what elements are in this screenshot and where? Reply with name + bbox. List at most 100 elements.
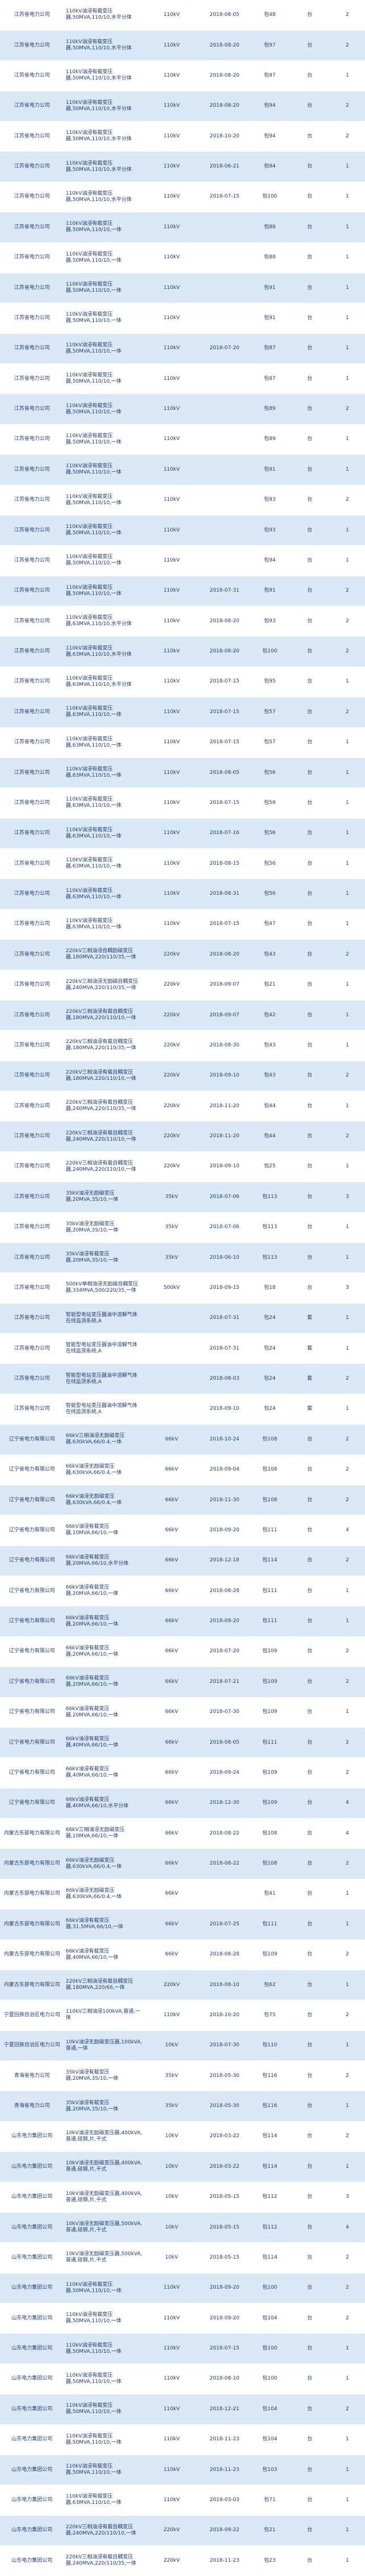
date-cell: 2018-09-15 <box>199 1272 250 1304</box>
quantity-cell: 1 <box>329 2424 365 2455</box>
company-cell: 江苏省电力公司 <box>0 1242 64 1274</box>
voltage-cell: 110kV <box>144 909 199 940</box>
date-cell: 2018-09-07 <box>199 970 250 1000</box>
date-cell: 2018-09-22 <box>199 2515 250 2546</box>
voltage-cell: 110kV <box>144 273 199 304</box>
unit-cell: 台 <box>290 1151 330 1183</box>
quantity-cell: 1 <box>329 182 365 213</box>
company-cell: 江苏省电力公司 <box>0 667 64 698</box>
description-cell: 110kV油浸有载变压器,50MVA,110/10,一体 <box>64 485 144 516</box>
package-cell: 包88 <box>250 242 290 273</box>
voltage-cell: 110kV <box>144 424 199 455</box>
date-cell: 2018-08-20 <box>199 91 250 122</box>
unit-cell: 台 <box>290 2485 330 2516</box>
company-cell: 江苏省电力公司 <box>0 273 64 304</box>
company-cell: 江苏省电力公司 <box>0 30 64 61</box>
unit-cell: 台 <box>290 1606 330 1637</box>
quantity-cell: 2 <box>329 939 365 970</box>
table-row: 江苏省电力公司 110kV油浸有载变压器,50MVA,110/10,一体 110kV… <box>0 363 365 395</box>
date-cell <box>199 212 250 243</box>
package-cell: 包42 <box>250 1000 290 1031</box>
package-cell: 包97 <box>250 30 290 61</box>
description-cell: 220kV三相油浸有载自耦变压器,240MVA,220/110/35,一体 <box>64 1091 144 1122</box>
date-cell <box>199 454 250 485</box>
voltage-cell: 500kV <box>144 1272 199 1304</box>
table-row: 江苏省电力公司 110kV油浸有载变压器,63MVA,110/10,一体 110kV… <box>0 757 365 789</box>
company-cell: 山东电力集团公司 <box>0 2515 64 2546</box>
unit-cell: 台 <box>290 939 330 970</box>
package-cell: 包87 <box>250 363 290 395</box>
unit-cell: 台 <box>290 1545 330 1577</box>
quantity-cell: 1 <box>329 242 365 273</box>
table-row: 江苏省电力公司 110kV油浸有载变压器,63MVA,110/10,一体 110kV… <box>0 727 365 758</box>
date-cell: 2018-09-10 <box>199 1394 250 1425</box>
package-cell: 包43 <box>250 939 290 970</box>
unit-cell: 台 <box>290 1242 330 1274</box>
description-cell: 110kV油浸有载变压器,50MVA,110/10,水平分体 <box>64 182 144 213</box>
voltage-cell: 66kV <box>144 1545 199 1577</box>
description-cell: 66kV油浸有载变压器,20MVA,66/10,一体 <box>64 1666 144 1698</box>
quantity-cell: 1 <box>329 454 365 485</box>
unit-cell: 台 <box>290 2273 330 2304</box>
unit-cell: 台 <box>290 1788 330 1819</box>
description-cell: 110kV油浸有载变压器,50MVA,110/10,一体 <box>64 2273 144 2304</box>
package-cell: 包43 <box>250 1061 290 1092</box>
description-cell: 智能型电站变压器油中溶解气体在线监测系统,A <box>64 1333 144 1364</box>
description-cell: 110kV油浸有载变压器,50MVA,110/10,一体 <box>64 454 144 485</box>
description-cell: 220kV三相油浸有载自耦变压器,180MVA,220/110/35,一体 <box>64 1030 144 1061</box>
quantity-cell: 2 <box>329 2242 365 2273</box>
voltage-cell: 220kV <box>144 1121 199 1152</box>
voltage-cell: 66kV <box>144 1697 199 1728</box>
description-cell: 10kV油浸无励磁变压器,400kVA,普通,硅钢,片,干式 <box>64 2121 144 2152</box>
quantity-cell: 2 <box>329 1848 365 1879</box>
package-cell: 包24 <box>250 1333 290 1364</box>
table-row: 江苏省电力公司 智能型电站变压器油中溶解气体在线监测系统,A 2018-09-10 包… <box>0 1394 365 1425</box>
date-cell: 2018-09-04 <box>199 1455 250 1485</box>
quantity-cell: 3 <box>329 2182 365 2213</box>
table-row: 江苏省电力公司 智能型电站变压器油中溶解气体在线监测系统,A 2018-08-03 包… <box>0 1363 365 1394</box>
package-cell: 包91 <box>250 303 290 334</box>
table-row: 辽宁省电力有限公司 66kV油浸无励磁变压器,630kVA,66/0.4,一体 66… <box>0 1485 365 1516</box>
date-cell: 2018-09-10 <box>199 1151 250 1183</box>
quantity-cell: 2 <box>329 2394 365 2425</box>
company-cell: 江苏省电力公司 <box>0 606 64 637</box>
description-cell: 110kV油浸有载变压器,50MVA,110/10,一体 <box>64 2364 144 2395</box>
table-row: 辽宁省电力有限公司 66kV油浸有载变压器,10MVA,66/10,一体 66kV 2… <box>0 1515 365 1546</box>
description-cell: 35kV油浸无励磁变压器,20MVA,35/10,一体 <box>64 1212 144 1243</box>
table-row: 山东电力集团公司 10kV油浸无励磁变压器,500kVA,普通,硅钢,片,干式 10… <box>0 2242 365 2273</box>
unit-cell: 台 <box>290 1970 330 2001</box>
voltage-cell: 110kV <box>144 2273 199 2304</box>
table-row: 江苏省电力公司 110kV油浸有载变压器,63MVA,110/10,一体 110kV… <box>0 788 365 819</box>
description-cell: 110kV油浸有载变压器,63MVA,110/10,一体 <box>64 757 144 789</box>
description-cell: 10kV油浸无励磁变压器,400kVA,普通,硅钢,片,干式 <box>64 2182 144 2213</box>
quantity-cell: 1 <box>329 2333 365 2364</box>
unit-cell: 台 <box>290 151 330 182</box>
company-cell: 山东电力集团公司 <box>0 2151 64 2183</box>
date-cell <box>199 515 250 546</box>
voltage-cell: 110kV <box>144 2333 199 2364</box>
table-row: 江苏省电力公司 110kV油浸有载变压器,50MVA,110/10,水平分体 110… <box>0 182 365 213</box>
package-cell: 包18 <box>250 1272 290 1304</box>
date-cell: 2018-09-20 <box>199 2273 250 2304</box>
company-cell: 江苏省电力公司 <box>0 454 64 485</box>
package-cell: 包56 <box>250 848 290 879</box>
unit-cell: 台 <box>290 2212 330 2243</box>
date-cell: 2018-07-15 <box>199 727 250 758</box>
description-cell: 智能型电站变压器油中溶解气体在线监测系统,A <box>64 1394 144 1425</box>
quantity-cell: 3 <box>329 1182 365 1213</box>
date-cell: 2018-05-30 <box>199 2091 250 2122</box>
voltage-cell: 66kV <box>144 1576 199 1607</box>
package-cell: 包111 <box>250 1606 290 1637</box>
table-row: 内蒙古东部电力有限公司 66kV油浸有载变压器,31.5MVA,66/10,一体 6… <box>0 1909 365 1940</box>
unit-cell: 台 <box>290 1848 330 1879</box>
quantity-cell: 1 <box>329 151 365 182</box>
company-cell: 江苏省电力公司 <box>0 363 64 395</box>
description-cell: 110kV油浸有载变压器,50MVA,110/10,一体 <box>64 424 144 455</box>
package-cell: 包109 <box>250 1757 290 1788</box>
description-cell: 66kV油浸有载变压器,40MVA,66/10,水平分体 <box>64 1788 144 1819</box>
unit-cell: 台 <box>290 1636 330 1668</box>
voltage-cell: 66kV <box>144 1515 199 1546</box>
description-cell: 110kV油浸有载变压器,63MVA,110/10,一体 <box>64 788 144 819</box>
package-cell: 包43 <box>250 1030 290 1061</box>
package-cell: 包94 <box>250 545 290 576</box>
